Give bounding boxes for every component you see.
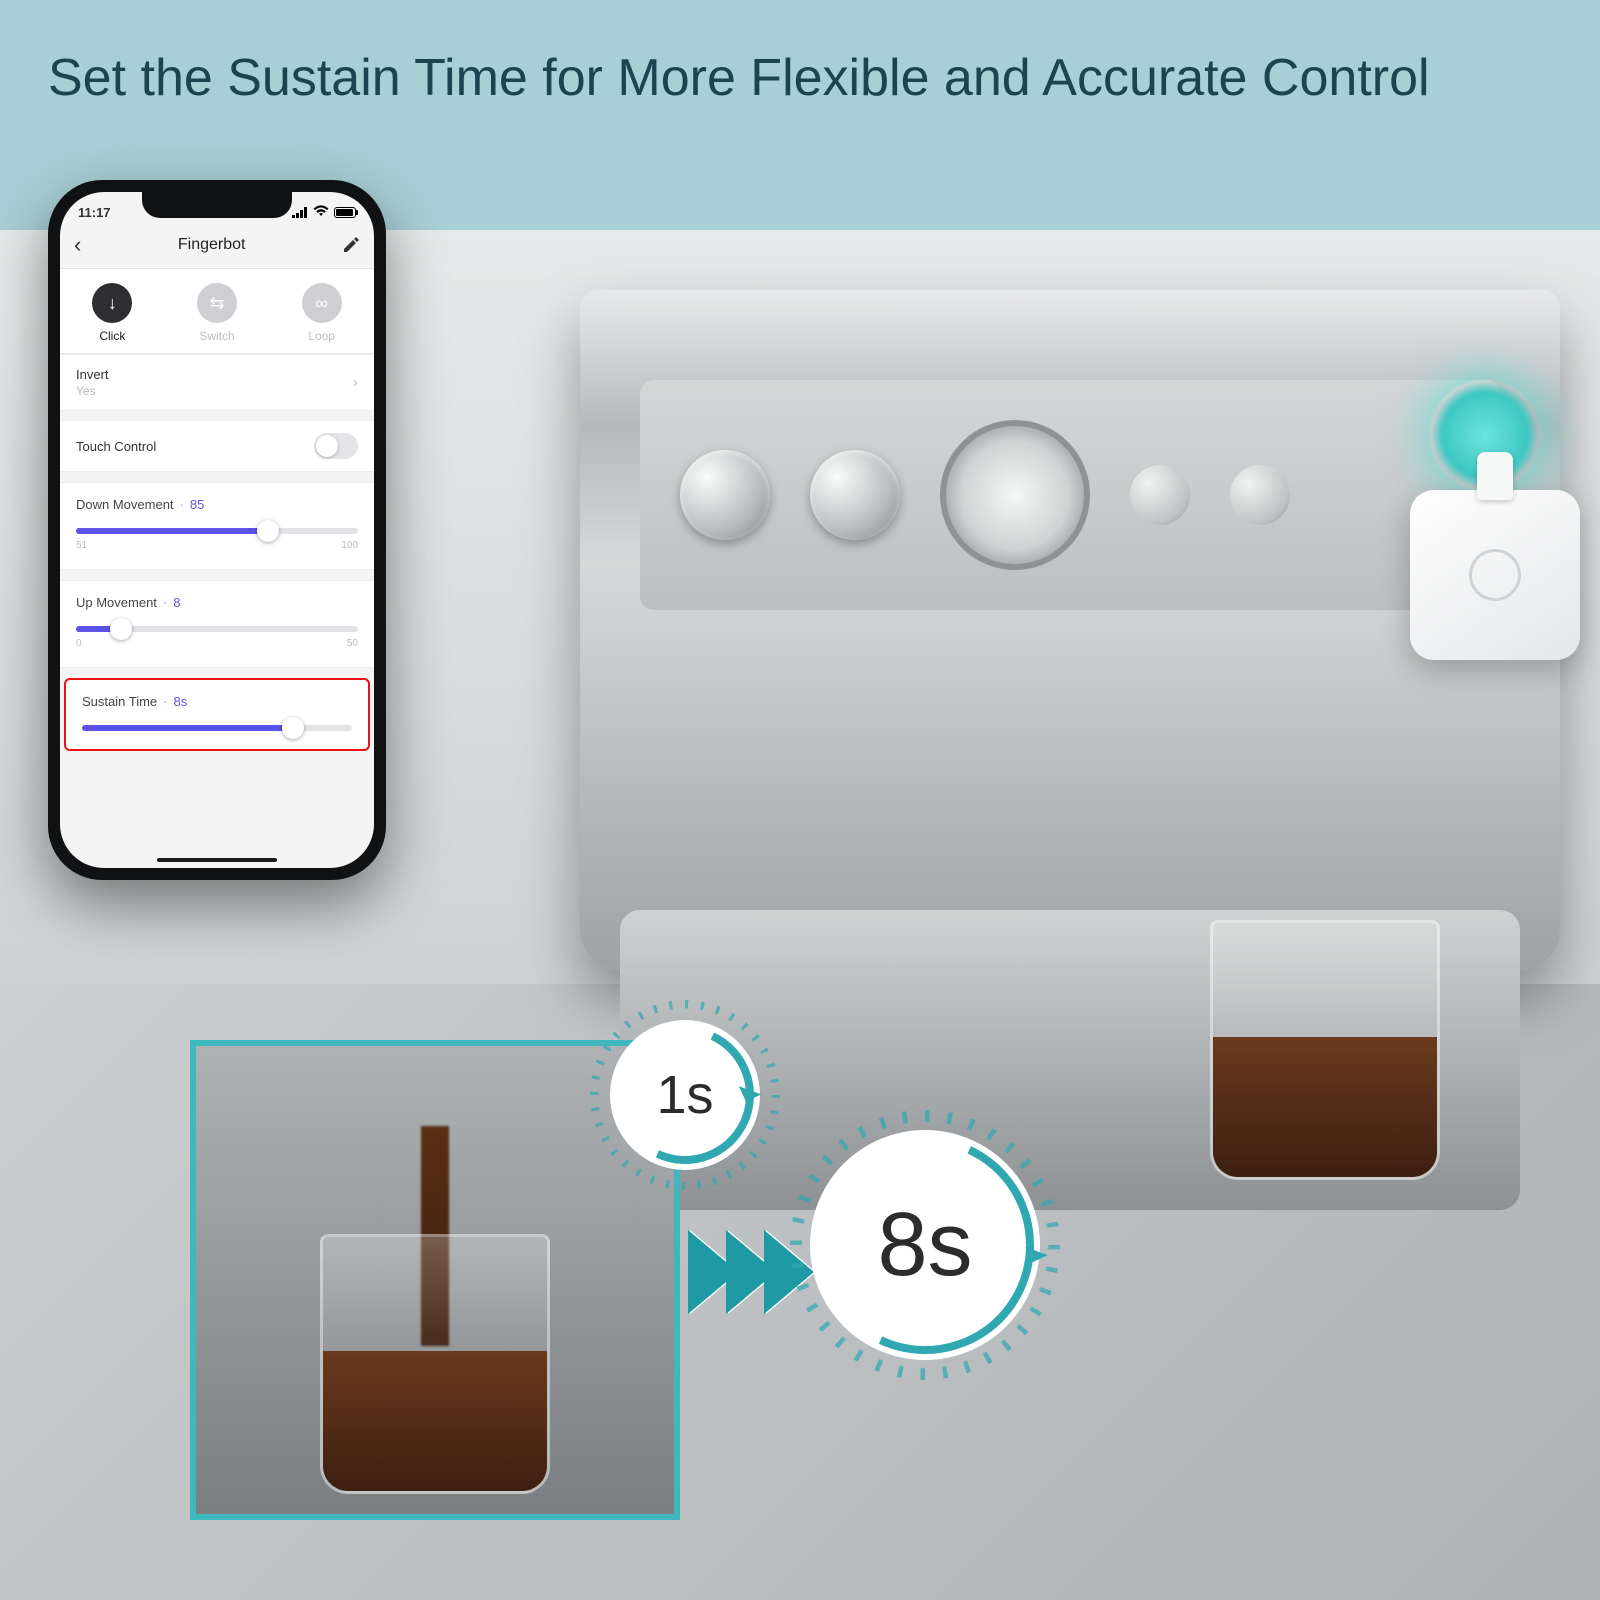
coffee-glass (1210, 920, 1440, 1180)
mode-switch[interactable]: ⇆ Switch (197, 283, 237, 343)
down-movement-block: Down Movement · 85 51 100 (60, 482, 374, 570)
invert-label: Invert (76, 367, 109, 382)
machine-control-panel (640, 380, 1500, 610)
headline-text: Set the Sustain Time for More Flexible a… (48, 48, 1552, 108)
fingerbot-device (1410, 490, 1580, 660)
mode-switch-label: Switch (197, 329, 237, 343)
down-max: 100 (341, 540, 358, 551)
mode-click[interactable]: ↓ Click (92, 283, 132, 343)
edit-button[interactable] (342, 236, 360, 254)
home-indicator[interactable] (157, 858, 277, 862)
battery-icon (334, 207, 356, 218)
loop-icon: ∞ (302, 283, 342, 323)
touch-control-label: Touch Control (76, 439, 156, 454)
phone-notch (142, 192, 292, 218)
mode-loop[interactable]: ∞ Loop (302, 283, 342, 343)
sustain-time-block: Sustain Time · 8s (64, 678, 370, 751)
click-icon: ↓ (92, 283, 132, 323)
switch-icon: ⇆ (197, 283, 237, 323)
chevron-right-icon: › (353, 374, 358, 392)
down-movement-slider[interactable] (76, 528, 358, 534)
machine-button-icon (1130, 465, 1190, 525)
coffee-liquid (1213, 1037, 1437, 1177)
pressure-gauge-icon (940, 420, 1090, 570)
up-movement-block: Up Movement · 8 0 50 (60, 580, 374, 668)
mode-tabs: ↓ Click ⇆ Switch ∞ Loop (60, 268, 374, 354)
wifi-icon (313, 205, 329, 220)
espresso-machine (580, 290, 1560, 970)
app-screen: 11:17 ‹ Fingerbot ↓ Click ⇆ S (60, 192, 374, 868)
cellular-signal-icon (292, 207, 308, 218)
sustain-time-value: 8s (174, 694, 188, 709)
coffee-glass (320, 1234, 550, 1494)
invert-value: Yes (76, 384, 109, 398)
phone-mockup: 11:17 ‹ Fingerbot ↓ Click ⇆ S (48, 180, 386, 880)
machine-button-icon (1230, 465, 1290, 525)
up-movement-slider[interactable] (76, 626, 358, 632)
status-time: 11:17 (78, 205, 111, 220)
down-movement-value: 85 (190, 497, 204, 512)
up-min: 0 (76, 638, 82, 649)
back-button[interactable]: ‹ (74, 232, 81, 258)
up-max: 50 (347, 638, 358, 649)
dial-icon (810, 450, 900, 540)
sustain-time-slider[interactable] (82, 725, 352, 731)
down-movement-label: Down Movement (76, 497, 174, 512)
invert-row[interactable]: Invert Yes › (60, 354, 374, 411)
touch-control-row: Touch Control (60, 421, 374, 472)
page-title: Fingerbot (178, 236, 246, 254)
up-movement-value: 8 (173, 595, 180, 610)
up-movement-label: Up Movement (76, 595, 157, 610)
timer-badge-long: 8s (810, 1130, 1040, 1360)
touch-control-toggle[interactable] (314, 433, 358, 459)
app-navbar: ‹ Fingerbot (60, 228, 374, 268)
timer-badge-short: 1s (610, 1020, 760, 1170)
coffee-liquid (323, 1351, 547, 1491)
dial-icon (680, 450, 770, 540)
mode-loop-label: Loop (302, 329, 342, 343)
sustain-time-label: Sustain Time (82, 694, 157, 709)
fingerbot-arm-icon (1477, 452, 1513, 500)
mode-click-label: Click (92, 329, 132, 343)
down-min: 51 (76, 540, 87, 551)
